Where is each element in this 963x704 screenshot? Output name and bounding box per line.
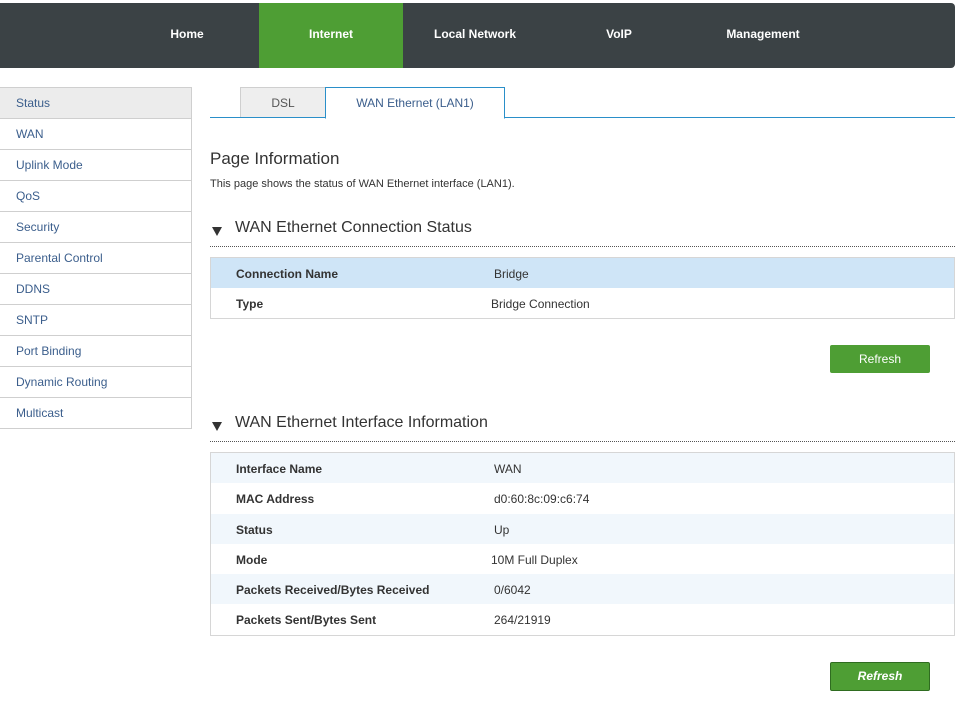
sidebar-item-status[interactable]: Status bbox=[0, 88, 192, 119]
tab-dsl[interactable]: DSL bbox=[240, 87, 326, 117]
row-value: Bridge Connection bbox=[491, 297, 590, 311]
nav-home[interactable]: Home bbox=[115, 3, 259, 68]
table-row: Type Bridge Connection bbox=[211, 288, 954, 318]
table-row: Status Up bbox=[211, 514, 954, 544]
row-key: Mode bbox=[236, 553, 268, 567]
sidebar-item-parental-control[interactable]: Parental Control bbox=[0, 243, 192, 274]
row-key: Interface Name bbox=[236, 462, 323, 476]
tab-underline bbox=[210, 117, 955, 118]
row-key: Status bbox=[236, 523, 273, 537]
collapse-triangle-icon[interactable] bbox=[212, 227, 222, 236]
page-title: Page Information bbox=[210, 149, 340, 168]
page-description: This page shows the status of WAN Ethern… bbox=[210, 178, 515, 190]
row-value: 264/21919 bbox=[494, 613, 551, 627]
row-key: Packets Received/Bytes Received bbox=[236, 583, 430, 597]
row-value: d0:60:8c:09:c6:74 bbox=[494, 492, 590, 506]
row-key: MAC Address bbox=[236, 492, 315, 506]
row-value: Bridge bbox=[494, 267, 529, 281]
connection-status-header[interactable]: WAN Ethernet Connection Status bbox=[210, 218, 955, 247]
sidebar-item-ddns[interactable]: DDNS bbox=[0, 274, 192, 305]
interface-info-title: WAN Ethernet Interface Information bbox=[235, 414, 488, 431]
refresh-interface-button[interactable]: Refresh bbox=[830, 662, 930, 691]
sidebar-item-wan[interactable]: WAN bbox=[0, 119, 192, 150]
nav-voip[interactable]: VoIP bbox=[547, 3, 691, 68]
table-row: Mode 10M Full Duplex bbox=[211, 544, 954, 574]
table-row: Interface Name WAN bbox=[211, 453, 954, 483]
row-key: Connection Name bbox=[236, 267, 339, 281]
table-row: Connection Name Bridge bbox=[211, 258, 954, 288]
collapse-triangle-icon[interactable] bbox=[212, 422, 222, 431]
sidebar-item-multicast[interactable]: Multicast bbox=[0, 398, 192, 429]
sidebar-item-uplink-mode[interactable]: Uplink Mode bbox=[0, 150, 192, 181]
sidebar-item-security[interactable]: Security bbox=[0, 212, 192, 243]
nav-internet[interactable]: Internet bbox=[259, 3, 403, 68]
connection-status-table: Connection Name Bridge Type Bridge Conne… bbox=[210, 257, 955, 319]
row-value: Up bbox=[494, 523, 510, 537]
interface-info-header[interactable]: WAN Ethernet Interface Information bbox=[210, 413, 955, 442]
table-row: MAC Address d0:60:8c:09:c6:74 bbox=[211, 483, 954, 514]
row-key: Packets Sent/Bytes Sent bbox=[236, 613, 377, 627]
row-value: 10M Full Duplex bbox=[491, 553, 578, 567]
top-navigation: Home Internet Local Network VoIP Managem… bbox=[0, 3, 955, 68]
sidebar-item-port-binding[interactable]: Port Binding bbox=[0, 336, 192, 367]
row-key: Type bbox=[236, 297, 264, 311]
table-row: Packets Received/Bytes Received 0/6042 bbox=[211, 574, 954, 604]
row-value: 0/6042 bbox=[494, 583, 531, 597]
sidebar-item-sntp[interactable]: SNTP bbox=[0, 305, 192, 336]
row-value: WAN bbox=[494, 462, 522, 476]
tab-wan-ethernet[interactable]: WAN Ethernet (LAN1) bbox=[325, 87, 505, 119]
sidebar-item-qos[interactable]: QoS bbox=[0, 181, 192, 212]
sidebar-item-dynamic-routing[interactable]: Dynamic Routing bbox=[0, 367, 192, 398]
connection-status-title: WAN Ethernet Connection Status bbox=[235, 219, 472, 236]
nav-management[interactable]: Management bbox=[691, 3, 835, 68]
sidebar: Status WAN Uplink Mode QoS Security Pare… bbox=[0, 87, 192, 429]
table-row: Packets Sent/Bytes Sent 264/21919 bbox=[211, 604, 954, 635]
refresh-connection-button[interactable]: Refresh bbox=[830, 345, 930, 373]
interface-info-table: Interface Name WAN MAC Address d0:60:8c:… bbox=[210, 452, 955, 636]
nav-local-network[interactable]: Local Network bbox=[403, 3, 547, 68]
